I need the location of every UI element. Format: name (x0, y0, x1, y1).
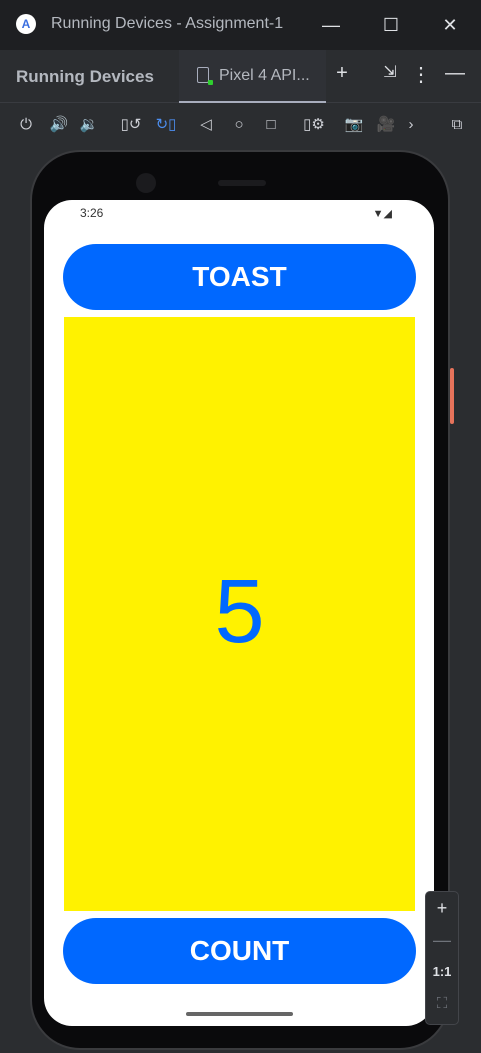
count-button[interactable]: COUNT (63, 918, 416, 984)
zoom-controls: + — 1:1 ⛶ (425, 891, 459, 1025)
device-screen[interactable]: 3:26 ▼◢ TOAST 5 COUNT (44, 200, 434, 1026)
actual-size-button[interactable]: 1:1 (426, 956, 458, 988)
volume-down-icon[interactable]: 🔉 (78, 114, 100, 136)
camera-icon[interactable]: 📷 (343, 114, 365, 136)
rotate-right-icon[interactable]: ↻▯ (155, 114, 177, 136)
power-side-button[interactable] (450, 368, 454, 424)
tab-label: Pixel 4 API... (219, 67, 310, 84)
layout-inspector-icon[interactable]: ⧉ (446, 114, 468, 136)
close-button[interactable]: ✕ (437, 12, 463, 38)
tab-pixel-4[interactable]: Pixel 4 API... (179, 50, 326, 103)
maximize-button[interactable]: ☐ (378, 12, 404, 38)
tool-window-header: Running Devices Pixel 4 API... + ⇲ ⋮ — (0, 50, 481, 103)
zoom-out-button[interactable]: — (426, 924, 458, 956)
rotate-left-icon[interactable]: ▯↺ (120, 114, 142, 136)
volume-up-icon[interactable]: 🔊 (48, 114, 70, 136)
device-icon (197, 67, 213, 85)
power-icon[interactable]: ⏻ (15, 114, 37, 136)
title-bar: A Running Devices - Assignment-1 — ☐ ✕ (0, 0, 481, 50)
zoom-in-button[interactable]: + (426, 892, 458, 924)
home-icon[interactable]: ○ (228, 114, 250, 136)
record-icon[interactable]: 🎥 (375, 114, 397, 136)
count-value: 5 (214, 562, 265, 662)
window-title: Running Devices - Assignment-1 (51, 15, 284, 32)
overview-icon[interactable]: □ (260, 114, 282, 136)
minimize-button[interactable]: — (318, 12, 344, 38)
back-icon[interactable]: ◁ (195, 114, 217, 136)
hide-button[interactable]: — (443, 62, 467, 85)
front-camera (136, 173, 156, 193)
add-device-button[interactable]: + (330, 62, 354, 85)
device-toolbar: ⏻ 🔊 🔉 ▯↺ ↻▯ ◁ ○ □ ▯⚙ 📷 🎥 › ⧉ (0, 104, 481, 146)
toast-button[interactable]: TOAST (63, 244, 416, 310)
count-display: 5 (64, 317, 415, 911)
restore-button[interactable]: ⇲ (378, 62, 402, 82)
options-button[interactable]: ⋮ (409, 62, 433, 87)
more-icon[interactable]: › (400, 114, 422, 136)
signal-icon: ▼◢ (372, 208, 392, 220)
device-settings-icon[interactable]: ▯⚙ (303, 114, 325, 136)
status-time: 3:26 (80, 206, 104, 220)
gesture-nav-bar[interactable] (186, 1012, 293, 1016)
tool-window-title: Running Devices (16, 67, 154, 86)
speaker (218, 180, 266, 186)
fit-screen-button[interactable]: ⛶ (426, 988, 458, 1020)
android-studio-logo-icon: A (16, 14, 36, 34)
